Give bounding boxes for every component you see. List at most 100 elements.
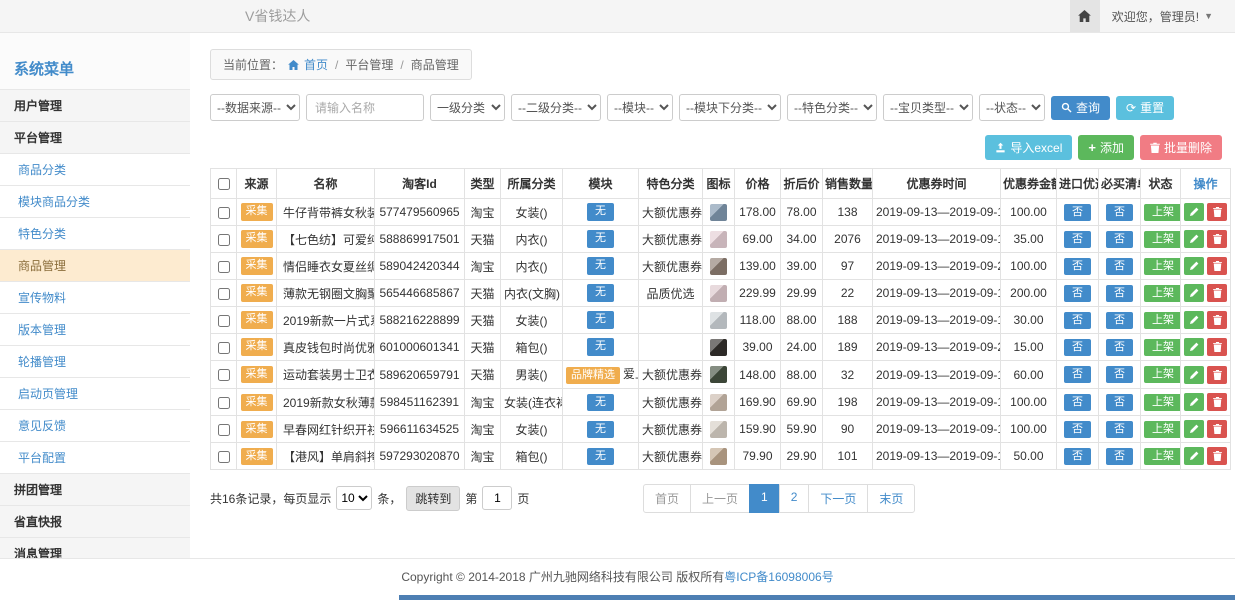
sidebar-subitem[interactable]: 宣传物料 <box>0 281 190 313</box>
must-buy-toggle[interactable]: 否 <box>1106 394 1133 411</box>
module-subcategory-select[interactable]: --模块下分类-- <box>679 94 781 121</box>
reset-button[interactable]: ⟳重置 <box>1116 96 1174 120</box>
level2-category-select[interactable]: --二级分类-- <box>511 94 601 121</box>
sidebar-subitem[interactable]: 特色分类 <box>0 217 190 249</box>
status-button[interactable]: 上架 <box>1144 421 1181 438</box>
edit-button[interactable] <box>1184 420 1204 438</box>
import-select-toggle[interactable]: 否 <box>1064 339 1091 356</box>
import-select-toggle[interactable]: 否 <box>1064 312 1091 329</box>
edit-button[interactable] <box>1184 311 1204 329</box>
delete-button[interactable] <box>1207 284 1227 302</box>
sidebar-item[interactable]: 省直快报 <box>0 505 190 537</box>
row-checkbox[interactable] <box>218 207 230 219</box>
data-source-select[interactable]: --数据来源-- <box>210 94 300 121</box>
must-buy-toggle[interactable]: 否 <box>1106 421 1133 438</box>
sidebar-item[interactable]: 用户管理 <box>0 89 190 121</box>
status-select[interactable]: --状态-- <box>979 94 1045 121</box>
sidebar-subitem[interactable]: 版本管理 <box>0 313 190 345</box>
sidebar-subitem-active[interactable]: 商品管理 <box>0 249 190 281</box>
delete-button[interactable] <box>1207 420 1227 438</box>
sidebar-item[interactable]: 拼团管理 <box>0 473 190 505</box>
status-button[interactable]: 上架 <box>1144 231 1181 248</box>
sidebar-subitem[interactable]: 模块商品分类 <box>0 185 190 217</box>
pager-button-3[interactable]: 2 <box>779 484 810 513</box>
status-button[interactable]: 上架 <box>1144 448 1181 465</box>
import-select-toggle[interactable]: 否 <box>1064 285 1091 302</box>
status-button[interactable]: 上架 <box>1144 394 1181 411</box>
must-buy-toggle[interactable]: 否 <box>1106 258 1133 275</box>
horizontal-scrollbar[interactable] <box>399 595 1235 600</box>
status-button[interactable]: 上架 <box>1144 258 1181 275</box>
row-checkbox[interactable] <box>218 397 230 409</box>
pager-button-5[interactable]: 末页 <box>867 484 915 513</box>
delete-button[interactable] <box>1207 311 1227 329</box>
delete-button[interactable] <box>1207 257 1227 275</box>
sidebar-subitem[interactable]: 商品分类 <box>0 153 190 185</box>
delete-button[interactable] <box>1207 203 1227 221</box>
must-buy-toggle[interactable]: 否 <box>1106 339 1133 356</box>
edit-button[interactable] <box>1184 393 1204 411</box>
edit-button[interactable] <box>1184 447 1204 465</box>
edit-button[interactable] <box>1184 203 1204 221</box>
delete-button[interactable] <box>1207 393 1227 411</box>
breadcrumb-home-link[interactable]: 首页 <box>304 56 328 73</box>
import-select-toggle[interactable]: 否 <box>1064 258 1091 275</box>
must-buy-toggle[interactable]: 否 <box>1106 285 1133 302</box>
edit-button[interactable] <box>1184 230 1204 248</box>
import-excel-button[interactable]: 导入excel <box>985 135 1072 160</box>
status-button[interactable]: 上架 <box>1144 285 1181 302</box>
import-select-toggle[interactable]: 否 <box>1064 448 1091 465</box>
delete-button[interactable] <box>1207 447 1227 465</box>
name-search-input[interactable] <box>306 94 424 121</box>
sidebar-item[interactable]: 平台管理 <box>0 121 190 153</box>
must-buy-toggle[interactable]: 否 <box>1106 366 1133 383</box>
status-button[interactable]: 上架 <box>1144 204 1181 221</box>
status-button[interactable]: 上架 <box>1144 366 1181 383</box>
row-checkbox[interactable] <box>218 234 230 246</box>
home-icon[interactable] <box>1070 0 1100 32</box>
row-checkbox[interactable] <box>218 261 230 273</box>
delete-button[interactable] <box>1207 338 1227 356</box>
edit-button[interactable] <box>1184 366 1204 384</box>
import-select-toggle[interactable]: 否 <box>1064 231 1091 248</box>
must-buy-toggle[interactable]: 否 <box>1106 231 1133 248</box>
row-checkbox[interactable] <box>218 451 230 463</box>
edit-button[interactable] <box>1184 338 1204 356</box>
row-checkbox[interactable] <box>218 315 230 327</box>
sidebar-subitem[interactable]: 意见反馈 <box>0 409 190 441</box>
batch-delete-button[interactable]: 批量删除 <box>1140 135 1222 160</box>
jump-page-input[interactable] <box>482 486 512 510</box>
jump-button[interactable]: 跳转到 <box>406 486 460 511</box>
level1-category-select[interactable]: 一级分类 <box>430 94 505 121</box>
pager-button-2[interactable]: 1 <box>749 484 780 513</box>
delete-button[interactable] <box>1207 230 1227 248</box>
select-all-checkbox[interactable] <box>218 178 230 190</box>
sidebar-subitem[interactable]: 启动页管理 <box>0 377 190 409</box>
sidebar-subitem[interactable]: 平台配置 <box>0 441 190 473</box>
user-menu[interactable]: 欢迎您，管理员! ▼ <box>1100 0 1235 32</box>
edit-button[interactable] <box>1184 257 1204 275</box>
import-select-toggle[interactable]: 否 <box>1064 421 1091 438</box>
must-buy-toggle[interactable]: 否 <box>1106 312 1133 329</box>
must-buy-toggle[interactable]: 否 <box>1106 204 1133 221</box>
import-select-toggle[interactable]: 否 <box>1064 394 1091 411</box>
sidebar-subitem[interactable]: 轮播管理 <box>0 345 190 377</box>
import-select-toggle[interactable]: 否 <box>1064 366 1091 383</box>
search-button[interactable]: 查询 <box>1051 96 1110 120</box>
status-button[interactable]: 上架 <box>1144 339 1181 356</box>
add-button[interactable]: + 添加 <box>1078 135 1134 160</box>
import-select-toggle[interactable]: 否 <box>1064 204 1091 221</box>
row-checkbox[interactable] <box>218 342 230 354</box>
page-size-select[interactable]: 10 <box>336 486 372 510</box>
row-checkbox[interactable] <box>218 369 230 381</box>
edit-button[interactable] <box>1184 284 1204 302</box>
row-checkbox[interactable] <box>218 424 230 436</box>
item-type-select[interactable]: --宝贝类型-- <box>883 94 973 121</box>
module-select[interactable]: --模块-- <box>607 94 673 121</box>
pager-button-4[interactable]: 下一页 <box>808 484 868 513</box>
status-button[interactable]: 上架 <box>1144 312 1181 329</box>
icp-link[interactable]: 粤ICP备16098006号 <box>724 570 833 584</box>
feature-category-select[interactable]: --特色分类-- <box>787 94 877 121</box>
row-checkbox[interactable] <box>218 288 230 300</box>
must-buy-toggle[interactable]: 否 <box>1106 448 1133 465</box>
